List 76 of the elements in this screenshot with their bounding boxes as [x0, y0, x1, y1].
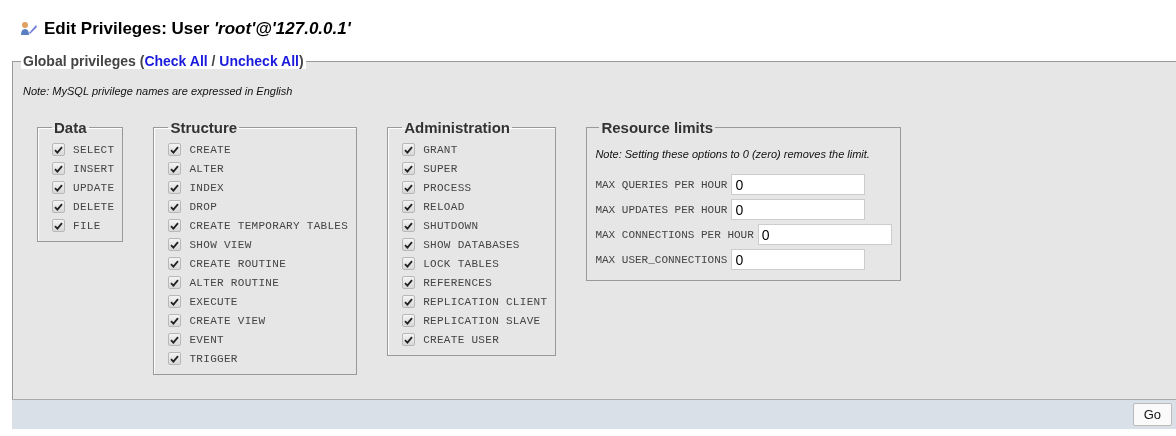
- privilege-label: LOCK TABLES: [423, 257, 500, 270]
- checkbox[interactable]: [402, 143, 416, 156]
- checkbox[interactable]: [402, 257, 416, 270]
- checkbox[interactable]: [168, 257, 182, 270]
- privilege-label: ALTER: [189, 162, 224, 175]
- privilege-label: FILE: [73, 219, 101, 232]
- limit-input[interactable]: 0: [731, 174, 866, 195]
- check-all-link[interactable]: Check All: [144, 53, 208, 69]
- checkbox[interactable]: [52, 143, 65, 156]
- uncheck-all-link[interactable]: Uncheck All: [219, 53, 299, 69]
- limit-label: MAX CONNECTIONS PER HOUR: [595, 228, 754, 241]
- checkbox[interactable]: [402, 276, 416, 289]
- group-title: Data: [53, 119, 88, 136]
- go-button[interactable]: Go: [1132, 403, 1172, 426]
- checkbox[interactable]: [168, 219, 182, 232]
- users-icon: [20, 21, 38, 37]
- checkbox[interactable]: [52, 181, 65, 194]
- checkbox[interactable]: [402, 162, 416, 175]
- privilege-label: INDEX: [189, 181, 224, 194]
- checkbox[interactable]: [168, 314, 182, 327]
- privilege-label: SHOW DATABASES: [423, 238, 520, 251]
- privilege-label: GRANT: [423, 143, 458, 156]
- checkbox[interactable]: [168, 276, 182, 289]
- note-text: Note: MySQL privilege names are expressed in English: [23, 85, 294, 97]
- checkbox[interactable]: [168, 181, 182, 194]
- checkbox[interactable]: [168, 238, 182, 251]
- checkbox[interactable]: [52, 200, 65, 213]
- privilege-label: SHOW VIEW: [189, 238, 252, 251]
- checkbox[interactable]: [168, 295, 182, 308]
- privilege-label: REFERENCES: [423, 276, 493, 289]
- privilege-label: CREATE ROUTINE: [189, 257, 287, 270]
- privilege-label: ALTER ROUTINE: [189, 276, 280, 289]
- checkbox[interactable]: [402, 181, 416, 194]
- checkbox[interactable]: [402, 238, 416, 251]
- limit-input[interactable]: 0: [757, 224, 892, 245]
- privilege-label: REPLICATION CLIENT: [423, 295, 548, 308]
- checkbox[interactable]: [168, 333, 182, 346]
- privilege-label: PROCESS: [423, 181, 472, 194]
- page-title: Edit Privileges: User 'root'@'127.0.0.1': [44, 19, 351, 39]
- checkbox[interactable]: [52, 219, 65, 232]
- privilege-label: CREATE TEMPORARY TABLES: [189, 219, 349, 232]
- privilege-label: DROP: [189, 200, 218, 213]
- privilege-label: EVENT: [189, 333, 224, 346]
- privilege-label: SELECT: [73, 143, 115, 156]
- group-title: Administration: [403, 119, 511, 136]
- checkbox[interactable]: [168, 200, 182, 213]
- privilege-label: CREATE USER: [423, 333, 500, 346]
- privilege-label: CREATE VIEW: [189, 314, 266, 327]
- privilege-label: DELETE: [73, 200, 115, 213]
- checkbox[interactable]: [402, 314, 416, 327]
- checkbox[interactable]: [168, 352, 182, 365]
- limit-input[interactable]: 0: [731, 199, 866, 220]
- checkbox[interactable]: [402, 333, 416, 346]
- privilege-label: EXECUTE: [189, 295, 238, 308]
- checkbox[interactable]: [168, 162, 182, 175]
- privilege-label: SUPER: [423, 162, 458, 175]
- privilege-label: SHUTDOWN: [423, 219, 479, 232]
- limit-label: MAX UPDATES PER HOUR: [595, 203, 728, 216]
- resource-note: Note: Setting these options to 0 (zero) removes the limit.: [595, 148, 871, 160]
- checkbox[interactable]: [168, 143, 182, 156]
- privilege-label: INSERT: [73, 162, 115, 175]
- group-title: Structure: [169, 119, 239, 136]
- limit-label: MAX USER_CONNECTIONS: [595, 253, 728, 266]
- checkbox[interactable]: [52, 162, 65, 175]
- privilege-label: TRIGGER: [189, 352, 238, 365]
- privilege-label: UPDATE: [73, 181, 115, 194]
- group-title: Resource limits: [600, 119, 715, 136]
- section-legend: Global privileges (Check All / Uncheck All): [21, 53, 306, 69]
- privilege-label: RELOAD: [423, 200, 465, 213]
- checkbox[interactable]: [402, 295, 416, 308]
- privilege-label: CREATE: [189, 143, 231, 156]
- limit-input[interactable]: 0: [731, 249, 866, 270]
- limit-label: MAX QUERIES PER HOUR: [595, 178, 728, 191]
- privilege-label: REPLICATION SLAVE: [423, 314, 541, 327]
- checkbox[interactable]: [402, 219, 416, 232]
- checkbox[interactable]: [402, 200, 416, 213]
